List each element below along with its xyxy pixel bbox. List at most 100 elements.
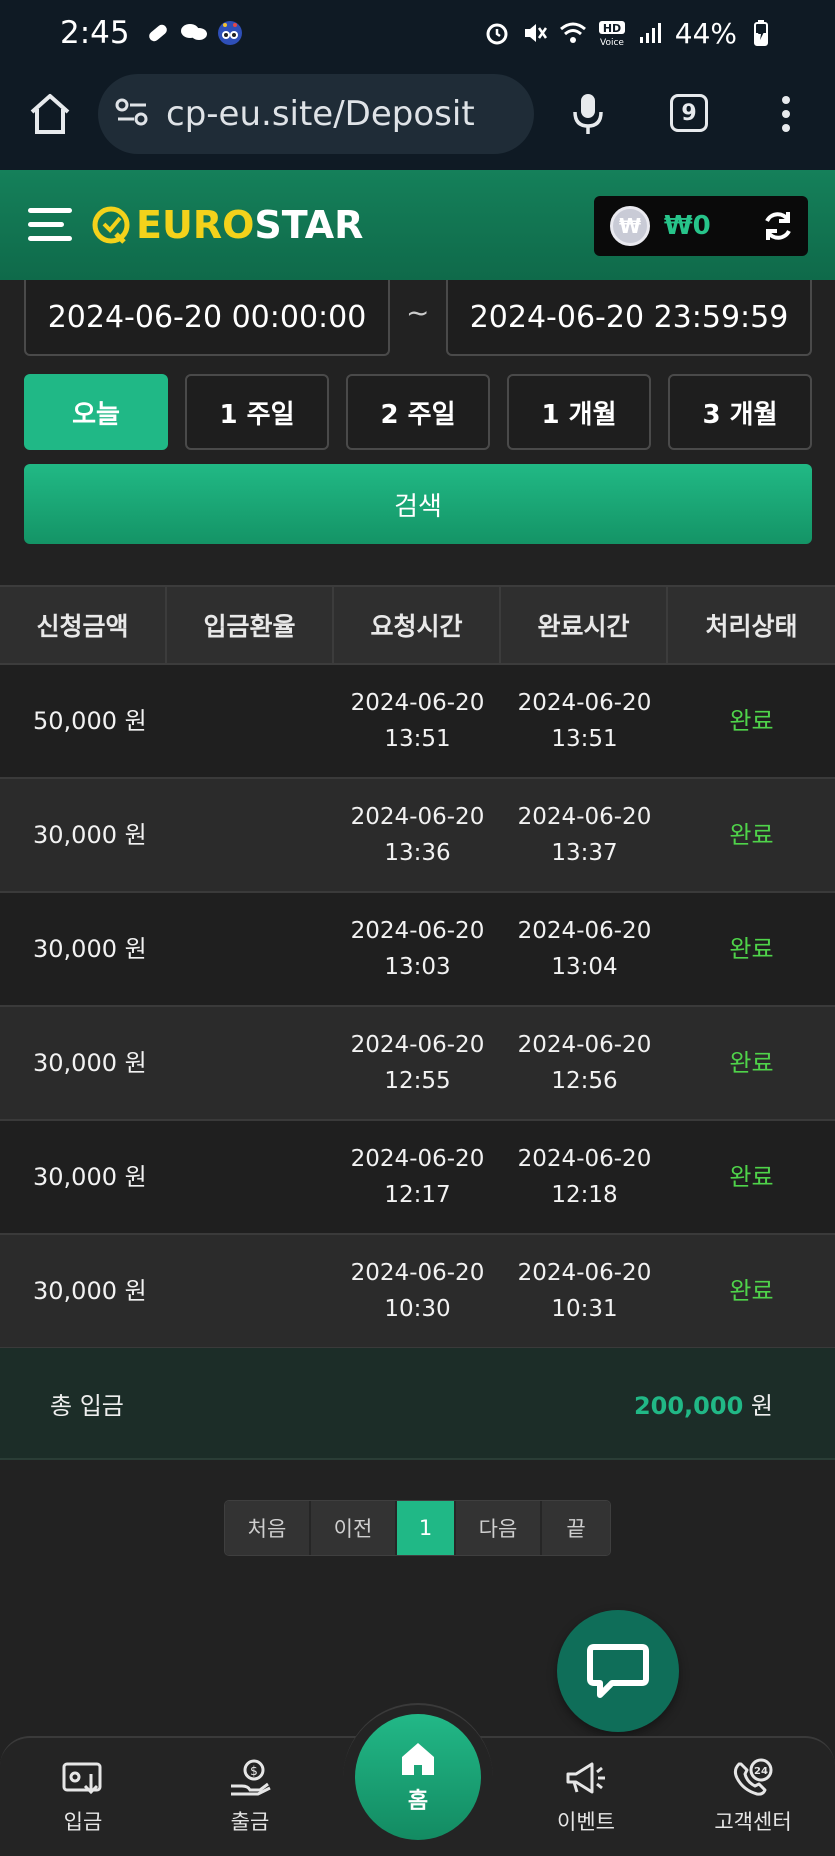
period-1month-button[interactable]: 1 개월 — [507, 374, 651, 450]
balance-amount: ₩0 — [664, 211, 711, 241]
hamburger-menu-icon[interactable] — [28, 202, 74, 248]
row-request-time: 2024-06-20 12:55 — [334, 1007, 501, 1119]
refresh-icon[interactable] — [760, 208, 796, 244]
date-separator: ~ — [406, 296, 430, 329]
row-amount: 30,000 원 — [33, 1163, 147, 1191]
nav-withdraw-label: 출금 — [230, 1810, 270, 1834]
nav-home[interactable]: 홈 — [355, 1714, 481, 1840]
row-complete-time: 2024-06-20 12:56 — [501, 1007, 668, 1119]
alarm-icon — [483, 19, 511, 47]
row-status: 완료 — [729, 707, 774, 735]
hd-voice-icon: HD Voice — [597, 19, 627, 47]
col-header-amount: 신청금액 — [0, 587, 167, 663]
page-last-button[interactable]: 끝 — [542, 1501, 610, 1555]
total-amount: 200,000 — [633, 1391, 744, 1420]
address-bar[interactable]: cp-eu.site/Deposit — [98, 74, 534, 154]
nav-support-label: 고객센터 — [714, 1810, 792, 1834]
complete-clock: 13:04 — [551, 954, 618, 980]
tab-switcher-button[interactable]: 9 — [670, 94, 708, 132]
request-clock: 13:36 — [384, 840, 451, 866]
row-amount: 30,000 원 — [33, 1049, 147, 1077]
row-status: 완료 — [729, 935, 774, 963]
request-clock: 13:03 — [384, 954, 451, 980]
signal-icon — [637, 19, 665, 47]
row-rate — [167, 1235, 334, 1347]
search-button[interactable]: 검색 — [24, 464, 812, 544]
row-rate — [167, 1121, 334, 1233]
row-rate — [167, 893, 334, 1005]
page-current-button[interactable]: 1 — [397, 1501, 456, 1555]
page-prev-button[interactable]: 이전 — [311, 1501, 397, 1555]
period-2week-button[interactable]: 2 주일 — [346, 374, 490, 450]
nav-support[interactable]: 24 고객센터 — [693, 1758, 813, 1836]
row-request-time: 2024-06-20 13:03 — [334, 893, 501, 1005]
table-row: 30,000 원 2024-06-20 13:36 2024-06-20 13:37… — [0, 779, 835, 893]
period-3month-button[interactable]: 3 개월 — [668, 374, 812, 450]
site-settings-icon[interactable] — [114, 97, 150, 131]
row-complete-time: 2024-06-20 12:18 — [501, 1121, 668, 1233]
page-next-button[interactable]: 다음 — [456, 1501, 542, 1555]
logo-text-euro: EURO — [136, 203, 255, 247]
complete-date: 2024-06-20 — [517, 1032, 652, 1058]
status-bar: 2:45 HD Voice 44% — [0, 0, 835, 66]
request-clock: 12:17 — [384, 1182, 451, 1208]
logo-mark-icon — [92, 206, 130, 244]
withdraw-icon: $ — [231, 1759, 271, 1796]
row-status: 완료 — [729, 1277, 774, 1305]
status-time: 2:45 — [60, 15, 130, 51]
live-chat-button[interactable] — [557, 1610, 679, 1732]
row-status: 완료 — [729, 1049, 774, 1077]
complete-clock: 12:56 — [551, 1068, 618, 1094]
more-menu-icon[interactable] — [780, 94, 792, 134]
wifi-icon — [559, 19, 587, 47]
home-icon — [402, 1743, 434, 1775]
row-status: 완료 — [729, 821, 774, 849]
start-date-field[interactable]: 2024-06-20 00:00:00 — [24, 280, 390, 356]
period-1week-button[interactable]: 1 주일 — [185, 374, 329, 450]
table-row: 30,000 원 2024-06-20 12:17 2024-06-20 12:18… — [0, 1121, 835, 1235]
wallet-balance: ₩ ₩0 — [594, 196, 808, 256]
row-rate — [167, 1007, 334, 1119]
complete-date: 2024-06-20 — [517, 804, 652, 830]
request-clock: 13:51 — [384, 726, 451, 752]
browser-toolbar: cp-eu.site/Deposit 9 — [0, 66, 835, 170]
browser-home-icon[interactable] — [26, 90, 74, 138]
request-clock: 10:30 — [384, 1296, 451, 1322]
nav-deposit-label: 입금 — [63, 1810, 103, 1834]
page-first-button[interactable]: 처음 — [225, 1501, 311, 1555]
row-complete-time: 2024-06-20 13:04 — [501, 893, 668, 1005]
mic-icon[interactable] — [568, 90, 608, 138]
row-request-time: 2024-06-20 12:17 — [334, 1121, 501, 1233]
logo[interactable]: EURO STAR — [90, 200, 363, 250]
col-header-complete-time: 완료시간 — [501, 587, 668, 663]
complete-date: 2024-06-20 — [517, 690, 652, 716]
period-today-button[interactable]: 오늘 — [24, 374, 168, 450]
svg-text:24: 24 — [754, 1766, 768, 1777]
nav-event[interactable]: 이벤트 — [526, 1758, 646, 1836]
chat-bubbles-icon — [180, 19, 208, 47]
battery-percent: 44% — [674, 16, 737, 50]
won-coin-icon: ₩ — [610, 206, 650, 246]
nav-event-label: 이벤트 — [557, 1810, 615, 1834]
url-text: cp-eu.site/Deposit — [166, 94, 475, 134]
site-header: EURO STAR ₩ ₩0 — [0, 170, 835, 280]
complete-clock: 12:18 — [551, 1182, 618, 1208]
mute-icon — [521, 19, 549, 47]
row-status: 완료 — [729, 1163, 774, 1191]
request-date: 2024-06-20 — [350, 1032, 485, 1058]
request-date: 2024-06-20 — [350, 690, 485, 716]
end-date-field[interactable]: 2024-06-20 23:59:59 — [446, 280, 812, 356]
col-header-request-time: 요청시간 — [334, 587, 501, 663]
nav-deposit[interactable]: 입금 — [23, 1758, 143, 1836]
row-complete-time: 2024-06-20 13:37 — [501, 779, 668, 891]
complete-clock: 10:31 — [551, 1296, 618, 1322]
col-header-status: 처리상태 — [705, 612, 798, 641]
total-unit: 원 — [750, 1391, 773, 1420]
row-amount: 30,000 원 — [33, 821, 147, 849]
row-rate — [167, 665, 334, 777]
nav-withdraw[interactable]: $ 출금 — [190, 1758, 310, 1836]
table-row: 30,000 원 2024-06-20 12:55 2024-06-20 12:56… — [0, 1007, 835, 1121]
pill-icon — [144, 19, 172, 47]
battery-charging-icon — [747, 19, 775, 47]
col-header-rate: 입금환율 — [167, 587, 334, 663]
